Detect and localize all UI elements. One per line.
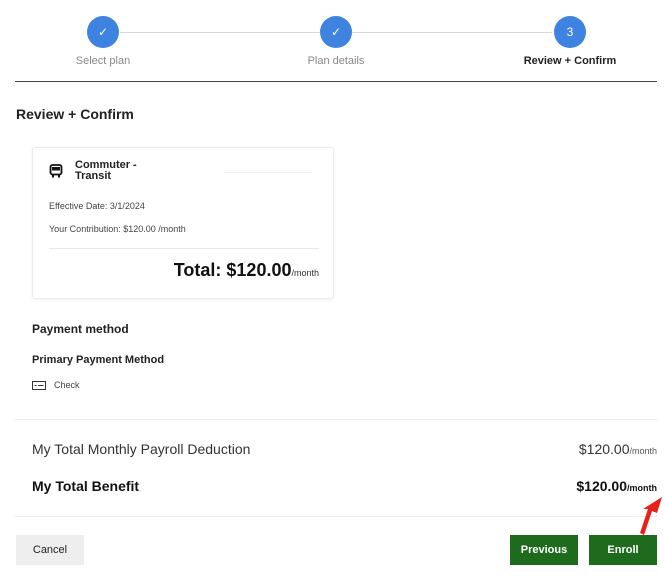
bus-icon xyxy=(49,164,63,178)
step-3-current-icon: 3 xyxy=(554,16,586,48)
payroll-deduction-amount: $120.00 xyxy=(578,441,630,457)
card-fade-line xyxy=(223,172,313,173)
card-divider xyxy=(49,248,319,249)
pointer-arrow-icon xyxy=(640,497,662,535)
payroll-deduction-value: $120.00/month xyxy=(579,441,657,457)
payroll-deduction-unit: /month xyxy=(629,446,657,456)
payment-method-value: Check xyxy=(54,380,80,390)
total-benefit-amount: $120.00 xyxy=(576,478,627,494)
primary-payment-label: Primary Payment Method xyxy=(32,354,165,366)
page-title: Review + Confirm xyxy=(16,106,134,122)
plan-title: Commuter - Transit xyxy=(75,159,137,182)
summary-top-divider xyxy=(15,419,657,420)
plan-total-unit: /month xyxy=(291,268,319,278)
step-connector xyxy=(352,32,552,33)
total-benefit-value: $120.00/month xyxy=(576,478,657,494)
step-connector xyxy=(120,32,320,33)
total-benefit-label: My Total Benefit xyxy=(32,478,140,494)
step-1-label: Select plan xyxy=(75,55,131,67)
step-3-label: Review + Confirm xyxy=(523,55,617,67)
step-1-complete-icon[interactable]: ✓ xyxy=(87,16,119,48)
effective-date: Effective Date: 3/1/2024 xyxy=(49,201,145,211)
total-benefit-unit: /month xyxy=(627,483,657,493)
step-2-complete-icon[interactable]: ✓ xyxy=(320,16,352,48)
stepper-divider xyxy=(15,81,657,82)
step-2-label: Plan details xyxy=(307,55,365,67)
summary-bottom-divider xyxy=(15,516,657,517)
check-icon xyxy=(32,381,46,390)
previous-button[interactable]: Previous xyxy=(510,535,578,565)
cancel-button[interactable]: Cancel xyxy=(16,535,84,565)
payroll-deduction-label: My Total Monthly Payroll Deduction xyxy=(32,441,251,457)
your-contribution: Your Contribution: $120.00 /month xyxy=(49,224,186,234)
plan-total: Total: $120.00/month xyxy=(174,260,319,281)
plan-total-amount: Total: $120.00 xyxy=(173,260,292,280)
plan-summary-card: Commuter - Transit Effective Date: 3/1/2… xyxy=(32,147,334,299)
payment-method-title: Payment method xyxy=(32,322,129,336)
enroll-button[interactable]: Enroll xyxy=(589,535,657,565)
